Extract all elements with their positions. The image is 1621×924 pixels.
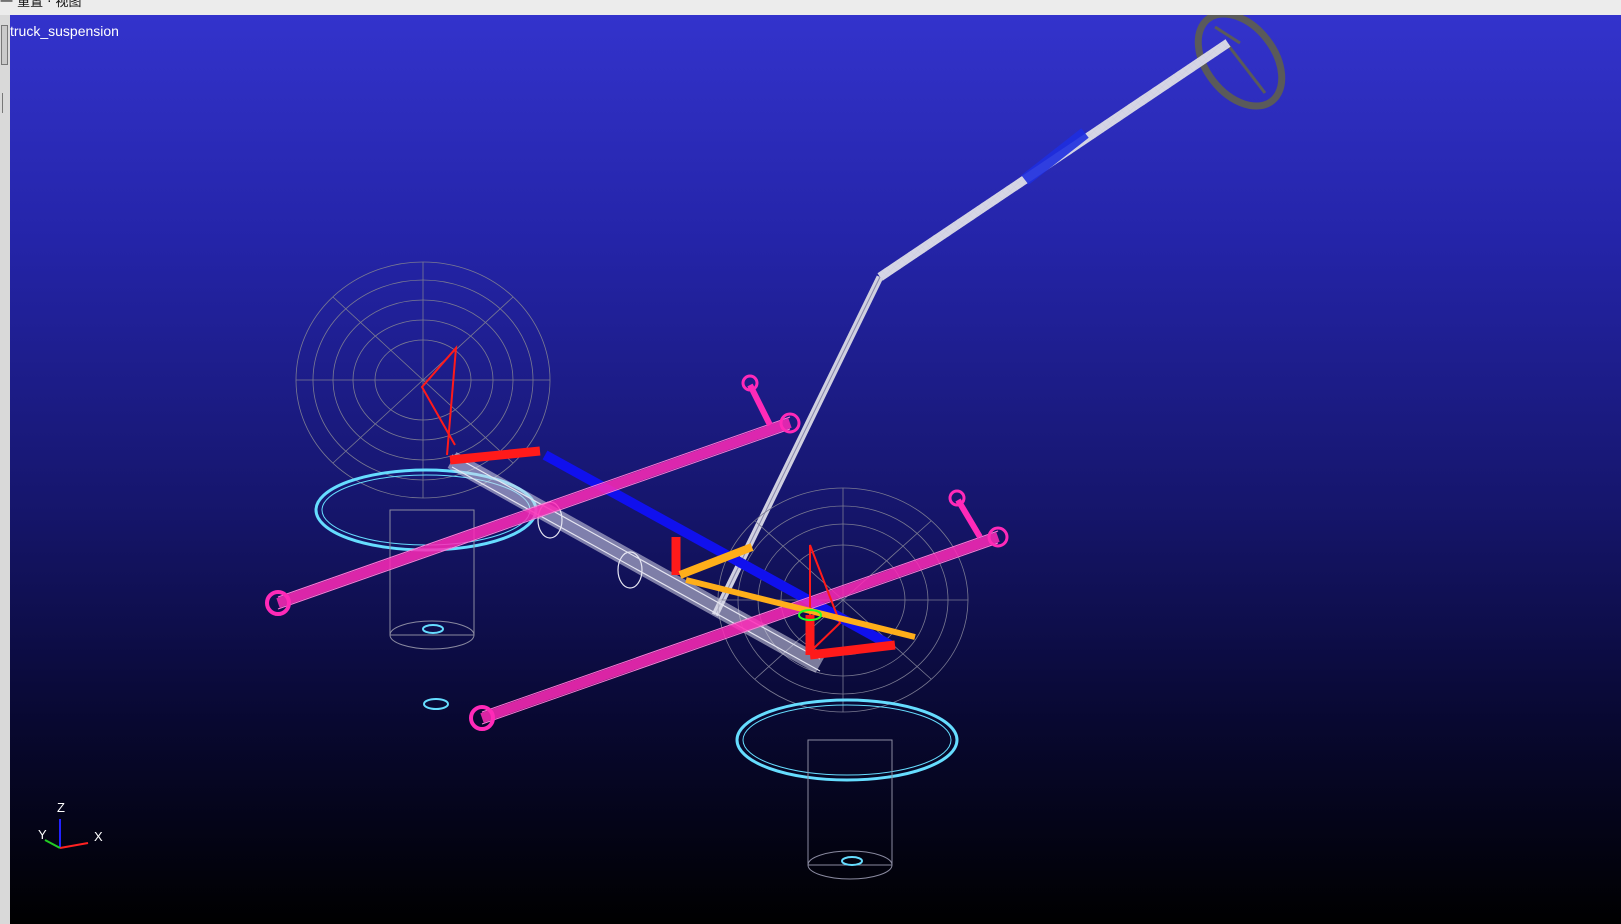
menu-fragment[interactable]: 一 重置 · 视图 [0, 0, 82, 10]
axis-triad: Z X Y [38, 800, 103, 849]
ground-marker[interactable] [423, 698, 449, 710]
axis-x-label: X [94, 829, 103, 844]
model-name-label: truck_suspension [10, 23, 119, 39]
menu-bar: 一 重置 · 视图 [0, 0, 1621, 16]
panel-divider [2, 93, 8, 113]
3d-viewport[interactable]: Z X Y truck_suspension [10, 15, 1621, 924]
axis-y-label: Y [38, 827, 47, 842]
model-canvas[interactable]: Z X Y [10, 15, 1621, 924]
left-wheel[interactable] [295, 261, 551, 499]
axle-beam[interactable] [447, 452, 825, 673]
steering-column[interactable] [711, 39, 1231, 617]
panel-sash-handle[interactable] [1, 25, 8, 65]
axis-z-label: Z [57, 800, 65, 815]
right-ground-patch[interactable] [735, 698, 959, 880]
steering-wheel[interactable] [1181, 15, 1299, 122]
